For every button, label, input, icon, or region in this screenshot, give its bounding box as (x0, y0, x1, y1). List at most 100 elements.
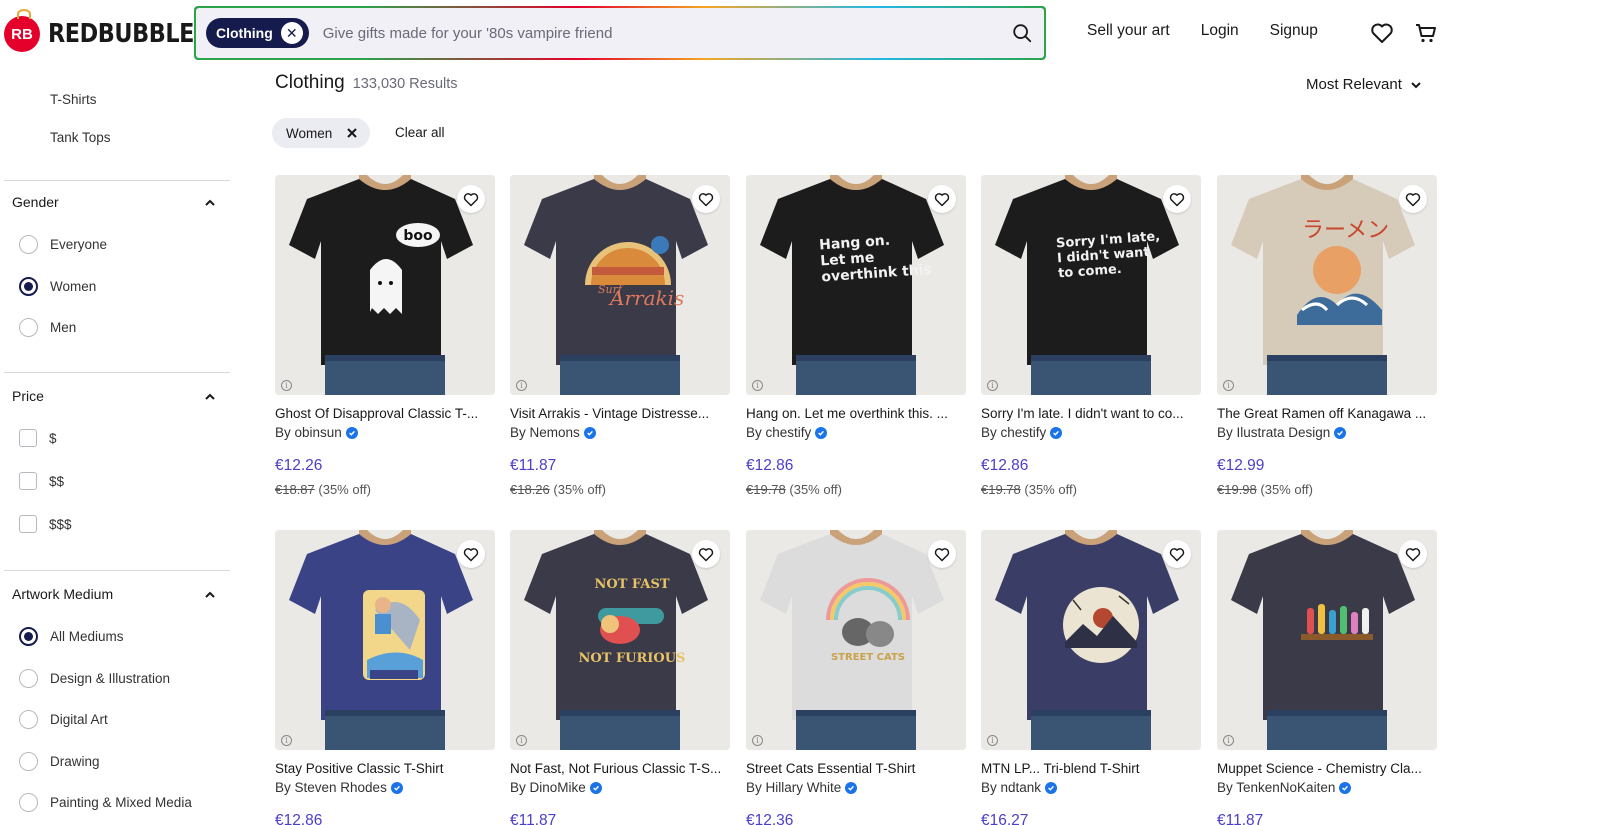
gender-option-women[interactable]: Women (19, 277, 96, 296)
radio-button-selected[interactable] (19, 627, 38, 646)
price-option-1[interactable]: $ (19, 429, 57, 447)
price-option-2[interactable]: $$ (19, 472, 64, 490)
medium-option-design[interactable]: Design & Illustration (19, 669, 170, 688)
product-card[interactable]: i Muppet Science - Chemistry Cla... By Ten… (1217, 530, 1437, 825)
product-card[interactable]: Sorry I'm late, I didn't want to come. i So… (981, 175, 1201, 497)
medium-option-drawing[interactable]: Drawing (19, 752, 100, 771)
heart-icon[interactable] (1399, 540, 1427, 568)
radio-button[interactable] (19, 235, 38, 254)
heart-icon[interactable] (928, 540, 956, 568)
chevron-up-icon[interactable] (203, 390, 217, 404)
radio-button-selected[interactable] (19, 277, 38, 296)
product-title[interactable]: The Great Ramen off Kanagawa ... (1217, 406, 1432, 421)
login-link[interactable]: Login (1201, 22, 1239, 40)
price-filter-title[interactable]: Price (12, 388, 44, 404)
product-title[interactable]: Ghost Of Disapproval Classic T-... (275, 406, 490, 421)
heart-icon[interactable] (692, 185, 720, 213)
sidebar-link-t-shirts[interactable]: T-Shirts (50, 92, 97, 107)
heart-icon[interactable] (1399, 185, 1427, 213)
product-artist[interactable]: By obinsun (275, 425, 495, 440)
product-artist[interactable]: By TenkenNoKaiten (1217, 780, 1437, 795)
product-image[interactable]: boo i (275, 175, 495, 395)
heart-icon[interactable] (692, 540, 720, 568)
gender-option-men[interactable]: Men (19, 318, 76, 337)
product-title[interactable]: Hang on. Let me overthink this. ... (746, 406, 961, 421)
product-card[interactable]: i MTN LP... Tri-blend T-Shirt By ndtank €16… (981, 530, 1201, 825)
product-card[interactable]: Surf Arrakis i Visit Arrakis - Vintage Di… (510, 175, 730, 497)
info-icon[interactable]: i (281, 735, 292, 746)
heart-icon[interactable] (1163, 185, 1191, 213)
info-icon[interactable]: i (987, 735, 998, 746)
medium-filter-title[interactable]: Artwork Medium (12, 586, 113, 602)
close-icon[interactable] (346, 127, 358, 139)
radio-button[interactable] (19, 318, 38, 337)
medium-option-painting[interactable]: Painting & Mixed Media (19, 793, 192, 812)
product-image[interactable]: Sorry I'm late, I didn't want to come. i (981, 175, 1201, 395)
cart-icon[interactable] (1413, 20, 1439, 46)
product-card[interactable]: i Stay Positive Classic T-Shirt By Steven … (275, 530, 495, 825)
product-image[interactable]: Surf Arrakis i (510, 175, 730, 395)
info-icon[interactable]: i (752, 735, 763, 746)
product-card[interactable]: boo i Ghost Of Disapproval Classic T-... B… (275, 175, 495, 497)
product-artist[interactable]: By Ilustrata Design (1217, 425, 1437, 440)
product-artist[interactable]: By ndtank (981, 780, 1201, 795)
product-title[interactable]: Muppet Science - Chemistry Cla... (1217, 761, 1432, 776)
product-image[interactable]: STREET CATS i (746, 530, 966, 750)
product-card[interactable]: NOT FAST NOT FURIOUS i Not Fast, Not Furio… (510, 530, 730, 825)
radio-button[interactable] (19, 669, 38, 688)
active-filter-chip[interactable]: Women (272, 118, 371, 148)
product-image[interactable]: Hang on. Let me overthink this i (746, 175, 966, 395)
product-card[interactable]: Hang on. Let me overthink this i Hang on. L… (746, 175, 966, 497)
product-title[interactable]: Street Cats Essential T-Shirt (746, 761, 961, 776)
sort-dropdown[interactable]: Most Relevant (1306, 76, 1422, 93)
radio-button[interactable] (19, 710, 38, 729)
product-artist[interactable]: By Hillary White (746, 780, 966, 795)
product-artist[interactable]: By Nemons (510, 425, 730, 440)
gender-option-everyone[interactable]: Everyone (19, 235, 107, 254)
heart-icon[interactable] (928, 185, 956, 213)
info-icon[interactable]: i (281, 380, 292, 391)
chevron-up-icon[interactable] (203, 196, 217, 210)
radio-button[interactable] (19, 793, 38, 812)
product-image[interactable]: i (1217, 530, 1437, 750)
checkbox[interactable] (19, 429, 37, 447)
product-artist[interactable]: By chestify (746, 425, 966, 440)
product-image[interactable]: NOT FAST NOT FURIOUS i (510, 530, 730, 750)
search-icon[interactable] (1000, 22, 1044, 44)
product-title[interactable]: Stay Positive Classic T-Shirt (275, 761, 490, 776)
info-icon[interactable]: i (1223, 380, 1234, 391)
product-card[interactable]: ラーメン i The Great Ramen off Kanagawa ... By… (1217, 175, 1437, 497)
product-title[interactable]: Sorry I'm late. I didn't want to co... (981, 406, 1196, 421)
product-title[interactable]: MTN LP... Tri-blend T-Shirt (981, 761, 1196, 776)
radio-button[interactable] (19, 752, 38, 771)
heart-icon[interactable] (457, 540, 485, 568)
medium-option-all[interactable]: All Mediums (19, 627, 124, 646)
product-image[interactable]: ラーメン i (1217, 175, 1437, 395)
product-artist[interactable]: By DinoMike (510, 780, 730, 795)
info-icon[interactable]: i (1223, 735, 1234, 746)
sidebar-link-tank-tops[interactable]: Tank Tops (50, 130, 111, 145)
medium-option-digital[interactable]: Digital Art (19, 710, 108, 729)
info-icon[interactable]: i (987, 380, 998, 391)
chevron-up-icon[interactable] (203, 588, 217, 602)
gender-filter-title[interactable]: Gender (12, 194, 59, 210)
search-category-chip[interactable]: Clothing ✕ (206, 18, 309, 48)
product-image[interactable]: i (981, 530, 1201, 750)
heart-icon[interactable] (1369, 20, 1395, 46)
close-icon[interactable]: ✕ (280, 22, 303, 44)
product-artist[interactable]: By chestify (981, 425, 1201, 440)
redbubble-logo[interactable]: RB REDBUBBLE (4, 9, 218, 52)
heart-icon[interactable] (1163, 540, 1191, 568)
price-option-3[interactable]: $$$ (19, 515, 72, 533)
product-title[interactable]: Visit Arrakis - Vintage Distresse... (510, 406, 725, 421)
clear-all-link[interactable]: Clear all (395, 125, 445, 140)
signup-link[interactable]: Signup (1270, 22, 1318, 40)
product-card[interactable]: STREET CATS i Street Cats Essential T-Shi… (746, 530, 966, 825)
product-title[interactable]: Not Fast, Not Furious Classic T-S... (510, 761, 725, 776)
product-image[interactable]: i (275, 530, 495, 750)
info-icon[interactable]: i (516, 380, 527, 391)
heart-icon[interactable] (457, 185, 485, 213)
checkbox[interactable] (19, 472, 37, 490)
product-artist[interactable]: By Steven Rhodes (275, 780, 495, 795)
info-icon[interactable]: i (752, 380, 763, 391)
